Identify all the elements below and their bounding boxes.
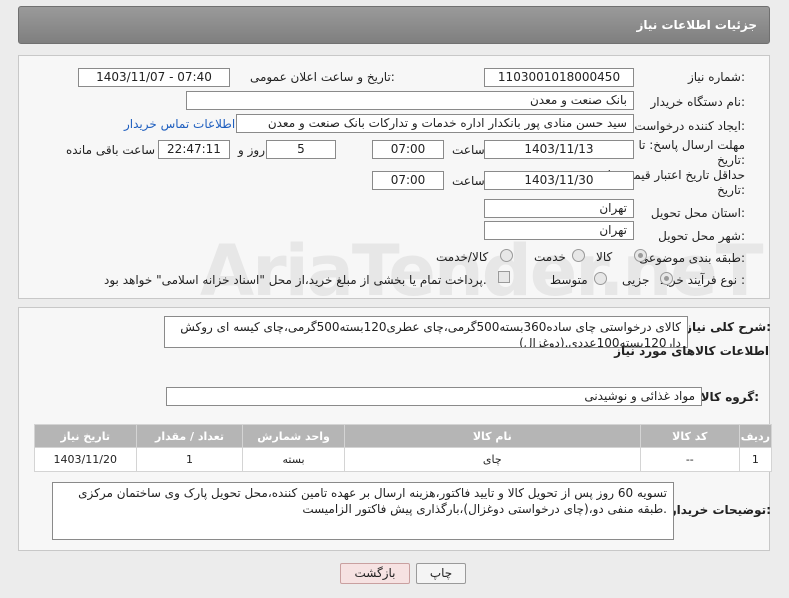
col-row: ردیف — [738, 424, 773, 448]
purchase-medium-label: متوسط — [550, 273, 588, 287]
col-unit: واحد شمارش — [242, 424, 345, 448]
goods-table-header: تاریخ نیاز تعداد / مقدار واحد شمارش نام … — [34, 424, 773, 448]
creator-field: سید حسن منادی پور بانکدار اداره خدمات و … — [236, 114, 634, 133]
price-validity-time-field: 07:00 — [372, 171, 444, 190]
category-service-radio[interactable] — [572, 249, 585, 262]
announce-datetime-field: 1403/11/07 - 07:40 — [78, 68, 230, 87]
goods-group-label: گروه کالا: — [700, 390, 759, 404]
print-button[interactable]: چاپ — [416, 563, 466, 584]
col-quantity: تعداد / مقدار — [135, 424, 244, 448]
deadline-time-label: ساعت — [452, 143, 485, 157]
page-header: جزئیات اطلاعات نیاز — [18, 6, 770, 44]
cell-row: 1 — [738, 447, 773, 472]
days-label: روز و — [238, 143, 265, 157]
treasury-payment-checkbox[interactable] — [498, 271, 510, 283]
remaining-time-field: 22:47:11 — [158, 140, 230, 159]
price-validity-time-label: ساعت — [452, 174, 485, 188]
cell-goods-name: چای — [343, 447, 641, 472]
city-field: تهران — [484, 221, 634, 240]
province-field: تهران — [484, 199, 634, 218]
creator-label: ایجاد کننده درخواست: — [634, 119, 745, 133]
col-goods-code: کد کالا — [639, 424, 740, 448]
buyer-org-label: نام دستگاه خریدار: — [650, 95, 746, 109]
announce-datetime-label: تاریخ و ساعت اعلان عمومی: — [250, 70, 395, 84]
back-button[interactable]: بازگشت — [340, 563, 410, 584]
purchase-type-label: نوع فرآیند خرید : — [660, 273, 745, 287]
description-textarea: کالای درخواستی چای ساده360بسته500گرمی،چا… — [164, 316, 688, 348]
category-service-label: خدمت — [534, 250, 566, 264]
buyer-contact-link[interactable]: اطلاعات تماس خریدار — [124, 117, 235, 131]
province-label: استان محل تحویل: — [650, 206, 745, 220]
cell-unit: بسته — [242, 447, 345, 472]
category-goods-service-label: کالا/خدمت — [436, 250, 489, 264]
deadline-date-label: تاریخ: — [717, 153, 745, 167]
treasury-payment-note: پرداخت تمام یا بخشی از مبلغ خرید،از محل … — [104, 273, 487, 287]
deadline-date-field: 1403/11/13 — [484, 140, 634, 159]
category-goods-label: کالا — [596, 250, 613, 264]
city-label: شهر محل تحویل: — [658, 229, 745, 243]
category-goods-service-radio[interactable] — [500, 249, 513, 262]
need-number-field: 1103001018000450 — [484, 68, 634, 87]
purchase-minor-radio[interactable] — [660, 272, 673, 285]
category-label: طبقه بندی موضوعی: — [638, 251, 745, 265]
days-remaining-field: 5 — [266, 140, 336, 159]
deadline-time-field: 07:00 — [372, 140, 444, 159]
buyer-notes-label: توضیحات خریدار: — [669, 503, 771, 517]
category-goods-radio[interactable] — [634, 249, 647, 262]
remaining-time-label: ساعت باقی مانده — [66, 143, 156, 157]
deadline-label: مهلت ارسال پاسخ: تا — [638, 138, 745, 152]
col-goods-name: نام کالا — [343, 424, 641, 448]
col-need-date: تاریخ نیاز — [34, 424, 137, 448]
price-validity-date-label: تاریخ: — [717, 183, 745, 197]
purchase-medium-radio[interactable] — [594, 272, 607, 285]
buyer-org-field: بانک صنعت و معدن — [186, 91, 634, 110]
need-number-label: شماره نیاز: — [687, 70, 745, 84]
goods-group-field: مواد غذائی و نوشیدنی — [166, 387, 702, 406]
buyer-notes-textarea: تسویه 60 روز پس از تحویل کالا و تایید فا… — [52, 482, 674, 540]
purchase-minor-label: جزیی — [622, 273, 650, 287]
goods-table: تاریخ نیاز تعداد / مقدار واحد شمارش نام … — [34, 424, 773, 472]
cell-quantity: 1 — [135, 447, 244, 472]
price-validity-date-field: 1403/11/30 — [484, 171, 634, 190]
cell-goods-code: -- — [639, 447, 740, 472]
goods-section-title: اطلاعات کالاهای مورد نیاز — [614, 344, 769, 358]
table-row: 1403/11/20 1 بسته چای -- 1 — [34, 447, 773, 472]
cell-need-date: 1403/11/20 — [34, 447, 137, 472]
page-title: جزئیات اطلاعات نیاز — [636, 18, 757, 32]
description-label: شرح کلی نیاز: — [685, 320, 771, 334]
